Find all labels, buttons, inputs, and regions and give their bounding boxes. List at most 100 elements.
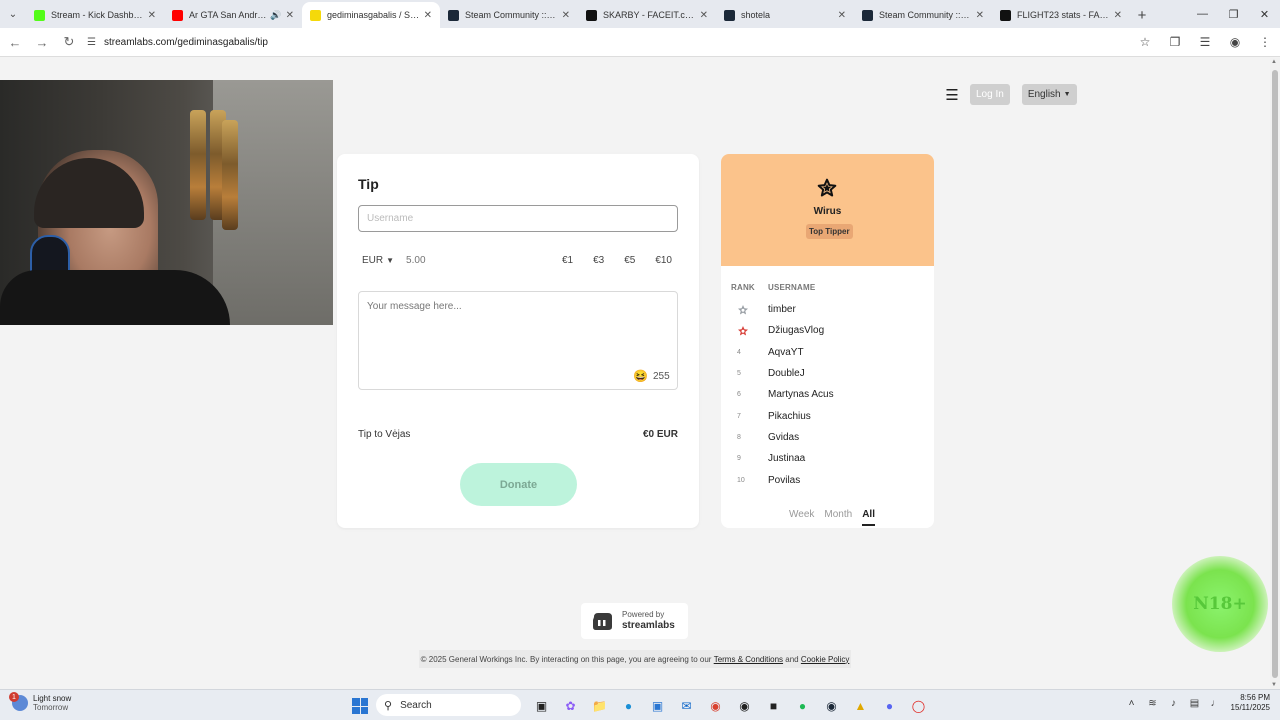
currency-select[interactable]: EUR ▼: [362, 255, 394, 266]
edge-icon[interactable]: ●: [614, 696, 643, 716]
login-button[interactable]: Log In: [970, 84, 1010, 105]
leaderboard-card: Wirus Top Tipper RANK USERNAME timber Dži…: [721, 154, 934, 528]
leaderboard-row: timber: [731, 299, 926, 320]
scroll-down-icon[interactable]: ▼: [1271, 682, 1277, 688]
donate-button[interactable]: Donate: [460, 463, 577, 506]
forward-icon[interactable]: →: [30, 30, 54, 54]
close-tab-icon[interactable]: ✕: [700, 10, 708, 21]
close-tab-icon[interactable]: ✕: [1114, 10, 1122, 21]
username-column-header: USERNAME: [768, 283, 816, 292]
restore-icon[interactable]: ❐: [1218, 0, 1249, 28]
tab-favicon-icon: [586, 9, 597, 21]
preset-10-button[interactable]: €10: [649, 251, 678, 270]
microphone-icon[interactable]: ♪: [1163, 698, 1184, 709]
cookie-policy-link[interactable]: Cookie Policy: [801, 655, 849, 664]
app-icon[interactable]: ▲: [846, 696, 875, 716]
close-tab-icon[interactable]: ✕: [976, 10, 984, 21]
outlook-icon[interactable]: ✉: [672, 696, 701, 716]
footer-and: and: [785, 654, 799, 664]
powered-by-streamlabs[interactable]: Powered by streamlabs: [581, 603, 688, 639]
profile-icon[interactable]: ◉: [1220, 35, 1250, 49]
emoji-picker-icon[interactable]: 😆: [633, 369, 648, 383]
spotify-icon[interactable]: ●: [788, 696, 817, 716]
file-explorer-icon[interactable]: 📁: [585, 696, 614, 716]
page-scrollbar[interactable]: ▲ ▼: [1270, 58, 1280, 689]
tip-card: Tip EUR ▼ €1 €3 €5 €10 😆 255 Tip to Vėja…: [337, 154, 699, 528]
browser-tab[interactable]: shotela ✕: [716, 2, 854, 28]
browser-tab[interactable]: Stream - Kick Dashboard ✕: [26, 2, 164, 28]
network-icon[interactable]: ≋: [1142, 698, 1163, 709]
copyright-text: © 2025 General Workings Inc. By interact…: [420, 654, 712, 664]
preset-3-button[interactable]: €3: [587, 251, 610, 270]
rank-column-header: RANK: [731, 283, 755, 292]
extensions-icon[interactable]: ❐: [1160, 35, 1190, 49]
message-input[interactable]: [358, 291, 678, 390]
browser-menu-icon[interactable]: ⋮: [1250, 35, 1280, 49]
leaderboard-username: Gvidas: [768, 431, 800, 443]
close-tab-icon[interactable]: ✕: [562, 10, 570, 21]
copilot-icon[interactable]: ✿: [556, 696, 585, 716]
scroll-up-icon[interactable]: ▲: [1271, 59, 1277, 65]
browser-tab[interactable]: SKARBY - FACEIT.com ✕: [578, 2, 716, 28]
silver-medal-icon: [731, 304, 768, 316]
obs-icon[interactable]: ◉: [730, 696, 759, 716]
search-icon: ⚲: [384, 699, 393, 712]
opera-icon[interactable]: ◯: [904, 696, 933, 716]
windows-taskbar: 1 Light snow Tomorrow ⚲ Search ▣ ✿ 📁 ● ▣…: [0, 689, 1280, 720]
kick-app-icon[interactable]: ■: [759, 696, 788, 716]
tip-total: €0 EUR: [642, 429, 678, 440]
rank-number: 4: [737, 348, 741, 356]
terms-link[interactable]: Terms & Conditions: [714, 655, 783, 664]
chrome-icon[interactable]: ◉: [701, 696, 730, 716]
tab-search-chevron-icon[interactable]: ⌄: [0, 0, 26, 28]
tray-chevron-icon[interactable]: ˄: [1121, 698, 1142, 709]
tab-title: shotela: [741, 10, 771, 20]
browser-tab[interactable]: gediminasgabalis / Strea ✕: [302, 2, 440, 28]
clock[interactable]: 8:56 PM 15/11/2025: [1222, 693, 1270, 714]
n18-overlay-badge: N18+: [1172, 556, 1268, 652]
taskbar-search[interactable]: ⚲ Search: [376, 694, 521, 716]
task-view-icon[interactable]: ▣: [527, 696, 556, 716]
username-input[interactable]: [358, 205, 678, 232]
filter-month[interactable]: Month: [824, 509, 852, 526]
rank-number: 5: [737, 370, 741, 378]
discord-icon[interactable]: ●: [875, 696, 904, 716]
browser-tab[interactable]: Steam Community :: sabo ✕: [854, 2, 992, 28]
start-button[interactable]: [352, 698, 368, 714]
tip-title: Tip: [358, 176, 379, 192]
amount-input[interactable]: [406, 254, 548, 266]
steam-icon[interactable]: ◉: [817, 696, 846, 716]
filter-all[interactable]: All: [862, 509, 875, 526]
browser-tab[interactable]: FLIGHT23 stats - FACEIT.o ✕: [992, 2, 1130, 28]
leaderboard-row: 4 AqvaYT: [731, 342, 926, 363]
tab-audio-icon[interactable]: 🔊: [270, 10, 281, 21]
close-window-icon[interactable]: ✕: [1249, 0, 1280, 28]
url-field[interactable]: ☰ streamlabs.com/gediminasgabalis/tip: [87, 31, 1130, 53]
browser-tab[interactable]: Ar GTA San Andreas G🔊 ✕: [164, 2, 302, 28]
system-tray: ˄ ≋ ♪ ▤ ♩: [1121, 698, 1226, 709]
filter-week[interactable]: Week: [789, 509, 814, 526]
reload-icon[interactable]: ↻: [57, 30, 81, 54]
scrollbar-thumb[interactable]: [1272, 70, 1278, 678]
site-info-icon[interactable]: ☰: [87, 37, 96, 48]
close-tab-icon[interactable]: ✕: [424, 10, 432, 21]
minimize-icon[interactable]: —: [1187, 0, 1218, 28]
store-icon[interactable]: ▣: [643, 696, 672, 716]
close-tab-icon[interactable]: ✕: [286, 10, 294, 21]
preset-1-button[interactable]: €1: [556, 251, 579, 270]
language-select[interactable]: English ▼: [1021, 84, 1077, 105]
back-icon[interactable]: ←: [3, 30, 27, 54]
media-control-icon[interactable]: ☰: [1190, 35, 1220, 49]
weather-widget[interactable]: 1 Light snow Tomorrow: [9, 692, 72, 712]
wifi-icon[interactable]: ▤: [1184, 698, 1205, 709]
close-tab-icon[interactable]: ✕: [148, 10, 156, 21]
menu-icon[interactable]: ☰: [944, 87, 960, 104]
tab-title: gediminasgabalis / Strea: [327, 10, 420, 20]
browser-tab[interactable]: Steam Community :: Nool ✕: [440, 2, 578, 28]
close-tab-icon[interactable]: ✕: [838, 10, 846, 21]
new-tab-button[interactable]: +: [1130, 2, 1154, 28]
bookmark-star-icon[interactable]: ☆: [1130, 35, 1160, 49]
rank-number: 7: [737, 412, 741, 420]
weather-title: Light snow: [33, 694, 72, 703]
preset-5-button[interactable]: €5: [618, 251, 641, 270]
